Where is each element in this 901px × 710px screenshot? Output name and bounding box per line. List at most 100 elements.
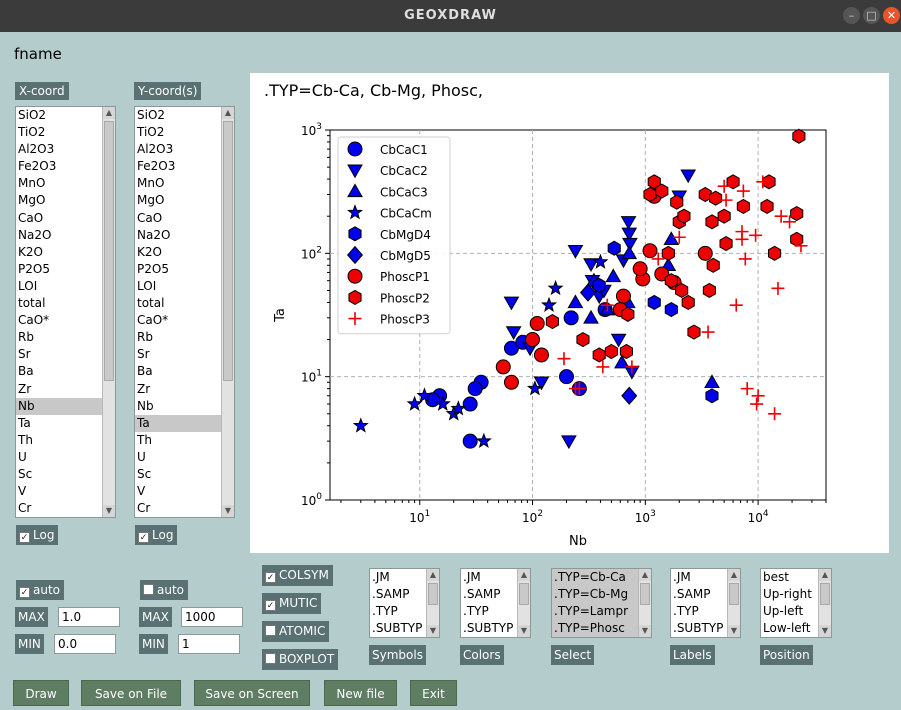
list-item[interactable]: .TYP=Cb-Mg: [552, 586, 651, 603]
maximize-icon[interactable]: □: [863, 7, 880, 24]
ymax-input[interactable]: 1000: [181, 607, 243, 627]
position-scrollbar[interactable]: ▲ ▼: [818, 569, 831, 637]
list-item[interactable]: Rb: [16, 329, 115, 346]
new-file-button[interactable]: New file: [324, 680, 397, 706]
xmin-input[interactable]: 0.0: [54, 634, 116, 654]
list-item[interactable]: K2O: [135, 244, 234, 261]
scroll-thumb[interactable]: [104, 121, 114, 381]
ycoord-listbox[interactable]: SiO2 TiO2 Al2O3 Fe2O3 MnO MgO CaO Na2O K2O P2O5 LO…: [134, 106, 235, 518]
atomic-checkbox[interactable]: ATOMIC: [262, 621, 330, 642]
list-item[interactable]: Rb: [135, 329, 234, 346]
ymin-input[interactable]: 1: [178, 634, 240, 654]
scroll-down-icon[interactable]: ▼: [819, 625, 831, 637]
xcoord-listbox[interactable]: SiO2 TiO2 Al2O3 Fe2O3 MnO MgO CaO Na2O K2O P2O5 LO…: [15, 106, 116, 518]
scroll-thumb[interactable]: [820, 583, 830, 605]
list-item[interactable]: Ba: [135, 363, 234, 380]
list-item[interactable]: total: [16, 295, 115, 312]
list-item[interactable]: LOI: [16, 278, 115, 295]
scroll-up-icon[interactable]: ▲: [222, 107, 234, 119]
list-item[interactable]: Nb: [135, 398, 234, 415]
minimize-icon[interactable]: –: [843, 7, 860, 24]
xcoord-scrollbar[interactable]: ▲ ▼: [102, 107, 115, 517]
labels-scrollbar[interactable]: ▲ ▼: [727, 569, 740, 637]
list-item[interactable]: MnO: [16, 175, 115, 192]
mutic-checkbox[interactable]: ✓ MUTIC: [262, 593, 322, 614]
scroll-up-icon[interactable]: ▲: [427, 569, 439, 581]
list-item[interactable]: Na2O: [135, 227, 234, 244]
list-item[interactable]: CaO: [16, 210, 115, 227]
scroll-thumb[interactable]: [519, 583, 529, 605]
list-item[interactable]: Sc: [135, 466, 234, 483]
scroll-down-icon[interactable]: ▼: [518, 625, 530, 637]
list-item[interactable]: Cr: [135, 500, 234, 517]
scroll-down-icon[interactable]: ▼: [427, 625, 439, 637]
list-item[interactable]: MgO: [135, 192, 234, 209]
list-item[interactable]: TiO2: [16, 124, 115, 141]
xcoord-log-checkbox[interactable]: ✓ Log: [16, 525, 59, 545]
list-item[interactable]: Zr: [16, 381, 115, 398]
list-item[interactable]: SiO2: [135, 107, 234, 124]
list-item[interactable]: Ta: [135, 414, 234, 432]
list-item[interactable]: Th: [16, 432, 115, 449]
scroll-thumb[interactable]: [729, 583, 739, 605]
save-on-file-button[interactable]: Save on File: [81, 680, 181, 706]
list-item[interactable]: Al2O3: [16, 141, 115, 158]
list-item[interactable]: P2O5: [16, 261, 115, 278]
list-item[interactable]: Nb: [16, 397, 115, 415]
ycoord-scrollbar[interactable]: ▲ ▼: [221, 107, 234, 517]
scroll-thumb[interactable]: [223, 121, 233, 381]
symbols-listbox[interactable]: .JM .SAMP .TYP .SUBTYP ▲ ▼: [369, 568, 440, 638]
list-item[interactable]: V: [16, 483, 115, 500]
scroll-thumb[interactable]: [428, 583, 438, 605]
list-item[interactable]: TiO2: [135, 124, 234, 141]
list-item[interactable]: K2O: [16, 244, 115, 261]
list-item[interactable]: CaO: [135, 210, 234, 227]
close-icon[interactable]: ✕: [883, 7, 900, 24]
scroll-thumb[interactable]: [640, 583, 650, 605]
save-on-screen-button[interactable]: Save on Screen: [194, 680, 310, 706]
list-item[interactable]: Th: [135, 432, 234, 449]
list-item[interactable]: Sr: [135, 346, 234, 363]
list-item[interactable]: Zr: [135, 381, 234, 398]
list-item[interactable]: .TYP=Lampr: [552, 603, 651, 620]
select-listbox[interactable]: .TYP=Cb-Ca .TYP=Cb-Mg .TYP=Lampr .TYP=Phosc…: [551, 568, 652, 638]
list-item[interactable]: LOI: [135, 278, 234, 295]
xmax-input[interactable]: 1.0: [58, 607, 120, 627]
list-item[interactable]: Cr: [16, 500, 115, 517]
list-item[interactable]: U: [16, 449, 115, 466]
select-scrollbar[interactable]: ▲ ▼: [638, 569, 651, 637]
scroll-up-icon[interactable]: ▲: [728, 569, 740, 581]
colsym-checkbox[interactable]: ✓ COLSYM: [262, 565, 333, 586]
labels-listbox[interactable]: .JM .SAMP .TYP .SUBTYP ▲ ▼: [670, 568, 741, 638]
list-item[interactable]: .TYP=Phosc: [552, 620, 651, 637]
list-item[interactable]: Ta: [16, 415, 115, 432]
scroll-down-icon[interactable]: ▼: [639, 625, 651, 637]
ycoord-log-checkbox[interactable]: ✓ Log: [135, 525, 178, 545]
list-item[interactable]: CaO*: [135, 312, 234, 329]
scroll-up-icon[interactable]: ▲: [819, 569, 831, 581]
symbols-scrollbar[interactable]: ▲ ▼: [426, 569, 439, 637]
yrange-auto-checkbox[interactable]: auto: [140, 580, 189, 600]
list-item[interactable]: SiO2: [16, 107, 115, 124]
list-item[interactable]: MnO: [135, 175, 234, 192]
scroll-up-icon[interactable]: ▲: [103, 107, 115, 119]
boxplot-checkbox[interactable]: BOXPLOT: [262, 649, 339, 670]
colors-scrollbar[interactable]: ▲ ▼: [517, 569, 530, 637]
list-item[interactable]: CaO*: [16, 312, 115, 329]
list-item[interactable]: Fe2O3: [16, 158, 115, 175]
position-listbox[interactable]: best Up-right Up-left Low-left ▲ ▼: [760, 568, 832, 638]
list-item[interactable]: Ba: [16, 363, 115, 380]
list-item[interactable]: U: [135, 449, 234, 466]
list-item[interactable]: MgO: [16, 192, 115, 209]
list-item[interactable]: V: [135, 483, 234, 500]
scroll-up-icon[interactable]: ▲: [518, 569, 530, 581]
list-item[interactable]: Sr: [16, 346, 115, 363]
colors-listbox[interactable]: .JM .SAMP .TYP .SUBTYP ▲ ▼: [460, 568, 531, 638]
scroll-up-icon[interactable]: ▲: [639, 569, 651, 581]
scroll-down-icon[interactable]: ▼: [222, 505, 234, 517]
list-item[interactable]: .TYP=Cb-Ca: [552, 569, 651, 586]
scroll-down-icon[interactable]: ▼: [103, 505, 115, 517]
list-item[interactable]: P2O5: [135, 261, 234, 278]
exit-button[interactable]: Exit: [410, 680, 457, 706]
xrange-auto-checkbox[interactable]: ✓ auto: [16, 580, 65, 600]
